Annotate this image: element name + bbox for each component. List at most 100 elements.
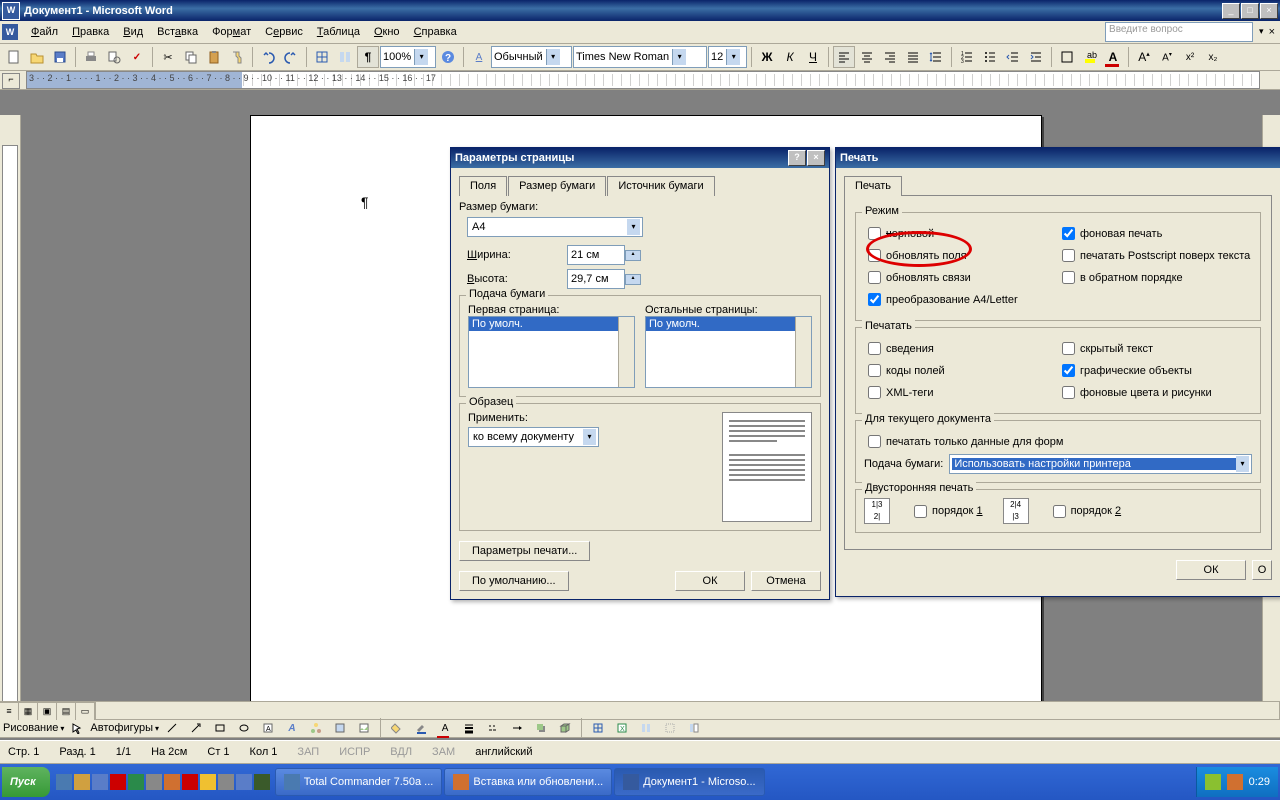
menu-edit[interactable]: Правка: [65, 23, 116, 41]
ql-icon-11[interactable]: [236, 774, 252, 790]
ask-question-input[interactable]: Введите вопрос: [1105, 22, 1253, 42]
view-web-button[interactable]: ▦: [19, 703, 38, 720]
horizontal-ruler[interactable]: ⌐ 3 · · 2 · · 1 · · · · 1 · · 2 · · 3 · …: [0, 71, 1280, 90]
ql-icon-4[interactable]: [110, 774, 126, 790]
view-normal-button[interactable]: ≡: [0, 703, 19, 720]
shadow-button[interactable]: [530, 717, 552, 739]
forms-only-checkbox[interactable]: [868, 435, 881, 448]
tab-margins[interactable]: Поля: [459, 176, 507, 196]
print-ok-button[interactable]: ОК: [1176, 560, 1246, 580]
bgcolors-checkbox[interactable]: [1062, 386, 1075, 399]
page-setup-help-button[interactable]: ?: [788, 150, 806, 166]
copy-button[interactable]: [180, 46, 202, 68]
drawing-label[interactable]: Рисование: [3, 722, 58, 734]
ql-icon-12[interactable]: [254, 774, 270, 790]
vertical-ruler[interactable]: [0, 115, 21, 703]
order1-checkbox[interactable]: [914, 505, 927, 518]
restore-button[interactable]: □: [1241, 3, 1259, 19]
a4letter-checkbox[interactable]: [868, 293, 881, 306]
font-combo[interactable]: Times New Roman▾: [573, 46, 707, 68]
menubar-dropdown-icon[interactable]: ▾: [1259, 26, 1264, 38]
menu-window[interactable]: Окно: [367, 23, 407, 41]
excel-button[interactable]: X: [611, 717, 633, 739]
redo-button[interactable]: [280, 46, 302, 68]
highlight-button[interactable]: ab: [1079, 46, 1101, 68]
background-checkbox[interactable]: [1062, 227, 1075, 240]
superscript-button[interactable]: x²: [1179, 46, 1201, 68]
style-combo[interactable]: Обычный▾: [491, 46, 572, 68]
rectangle-button[interactable]: [209, 717, 231, 739]
save-button[interactable]: [49, 46, 71, 68]
open-button[interactable]: [26, 46, 48, 68]
spellcheck-button[interactable]: ✓: [126, 46, 148, 68]
text-color-button[interactable]: A: [434, 717, 456, 739]
fill-color-button[interactable]: [386, 717, 408, 739]
menu-help[interactable]: Справка: [407, 23, 464, 41]
print-options-button[interactable]: Параметры печати...: [459, 541, 590, 561]
draft-checkbox[interactable]: [868, 227, 881, 240]
update-fields-checkbox[interactable]: [868, 249, 881, 262]
page-setup-close-button[interactable]: ×: [807, 150, 825, 166]
ql-icon-7[interactable]: [164, 774, 180, 790]
line-button[interactable]: [161, 717, 183, 739]
tray-icon-1[interactable]: [1205, 774, 1221, 790]
view-print-button[interactable]: ▣: [38, 703, 57, 720]
picture-button[interactable]: [353, 717, 375, 739]
fieldcodes-checkbox[interactable]: [868, 364, 881, 377]
underline-button[interactable]: Ч: [802, 46, 824, 68]
ql-icon-6[interactable]: [146, 774, 162, 790]
start-button[interactable]: Пуск: [2, 767, 50, 797]
minimize-button[interactable]: _: [1222, 3, 1240, 19]
summary-checkbox[interactable]: [868, 342, 881, 355]
align-right-button[interactable]: [879, 46, 901, 68]
help-button[interactable]: ?: [437, 46, 459, 68]
show-grid-button[interactable]: [659, 717, 681, 739]
ql-icon-9[interactable]: [200, 774, 216, 790]
diagram-button[interactable]: [305, 717, 327, 739]
arrow-style-button[interactable]: [506, 717, 528, 739]
tab-print[interactable]: Печать: [844, 176, 902, 196]
font-color-button[interactable]: A: [1102, 46, 1124, 68]
height-input[interactable]: 29,7 см: [567, 269, 625, 289]
arrow-button[interactable]: [185, 717, 207, 739]
line-weight-button[interactable]: [458, 717, 480, 739]
menu-view[interactable]: Вид: [116, 23, 150, 41]
shrink-font-button[interactable]: A▾: [1156, 46, 1178, 68]
menu-insert[interactable]: Вставка: [150, 23, 205, 41]
graphics-checkbox[interactable]: [1062, 364, 1075, 377]
other-pages-list[interactable]: По умолч.: [645, 316, 812, 388]
tables-borders-button[interactable]: [311, 46, 333, 68]
postscript-checkbox[interactable]: [1062, 249, 1075, 262]
grow-font-button[interactable]: A▴: [1133, 46, 1155, 68]
dash-style-button[interactable]: [482, 717, 504, 739]
ql-icon-2[interactable]: [74, 774, 90, 790]
tab-source[interactable]: Источник бумаги: [607, 176, 714, 196]
width-up[interactable]: ▴: [625, 250, 641, 261]
outdent-button[interactable]: [1002, 46, 1024, 68]
reverse-checkbox[interactable]: [1062, 271, 1075, 284]
doc-map-button[interactable]: [683, 717, 705, 739]
bullets-button[interactable]: [979, 46, 1001, 68]
print-partial-button[interactable]: О: [1252, 560, 1272, 580]
menu-table[interactable]: Таблица: [310, 23, 367, 41]
ql-icon-1[interactable]: [56, 774, 72, 790]
select-objects-button[interactable]: [66, 717, 88, 739]
feed-combo[interactable]: Использовать настройки принтера▾: [949, 454, 1252, 474]
autoshapes-button[interactable]: Автофигуры: [90, 722, 153, 734]
align-left-button[interactable]: [833, 46, 855, 68]
task-item-1[interactable]: Total Commander 7.50a ...: [275, 768, 443, 796]
apply-combo[interactable]: ко всему документу▾: [468, 427, 599, 447]
menu-tools[interactable]: Сервис: [258, 23, 310, 41]
new-doc-button[interactable]: [3, 46, 25, 68]
ql-icon-5[interactable]: [128, 774, 144, 790]
height-up[interactable]: ▴: [625, 274, 641, 285]
fontsize-combo[interactable]: 12▾: [708, 46, 747, 68]
align-center-button[interactable]: [856, 46, 878, 68]
italic-button[interactable]: К: [779, 46, 801, 68]
oval-button[interactable]: [233, 717, 255, 739]
3d-button[interactable]: [554, 717, 576, 739]
styles-button[interactable]: A: [468, 46, 490, 68]
menu-file[interactable]: Файл: [24, 23, 65, 41]
cancel-button[interactable]: Отмена: [751, 571, 821, 591]
subscript-button[interactable]: x₂: [1202, 46, 1224, 68]
